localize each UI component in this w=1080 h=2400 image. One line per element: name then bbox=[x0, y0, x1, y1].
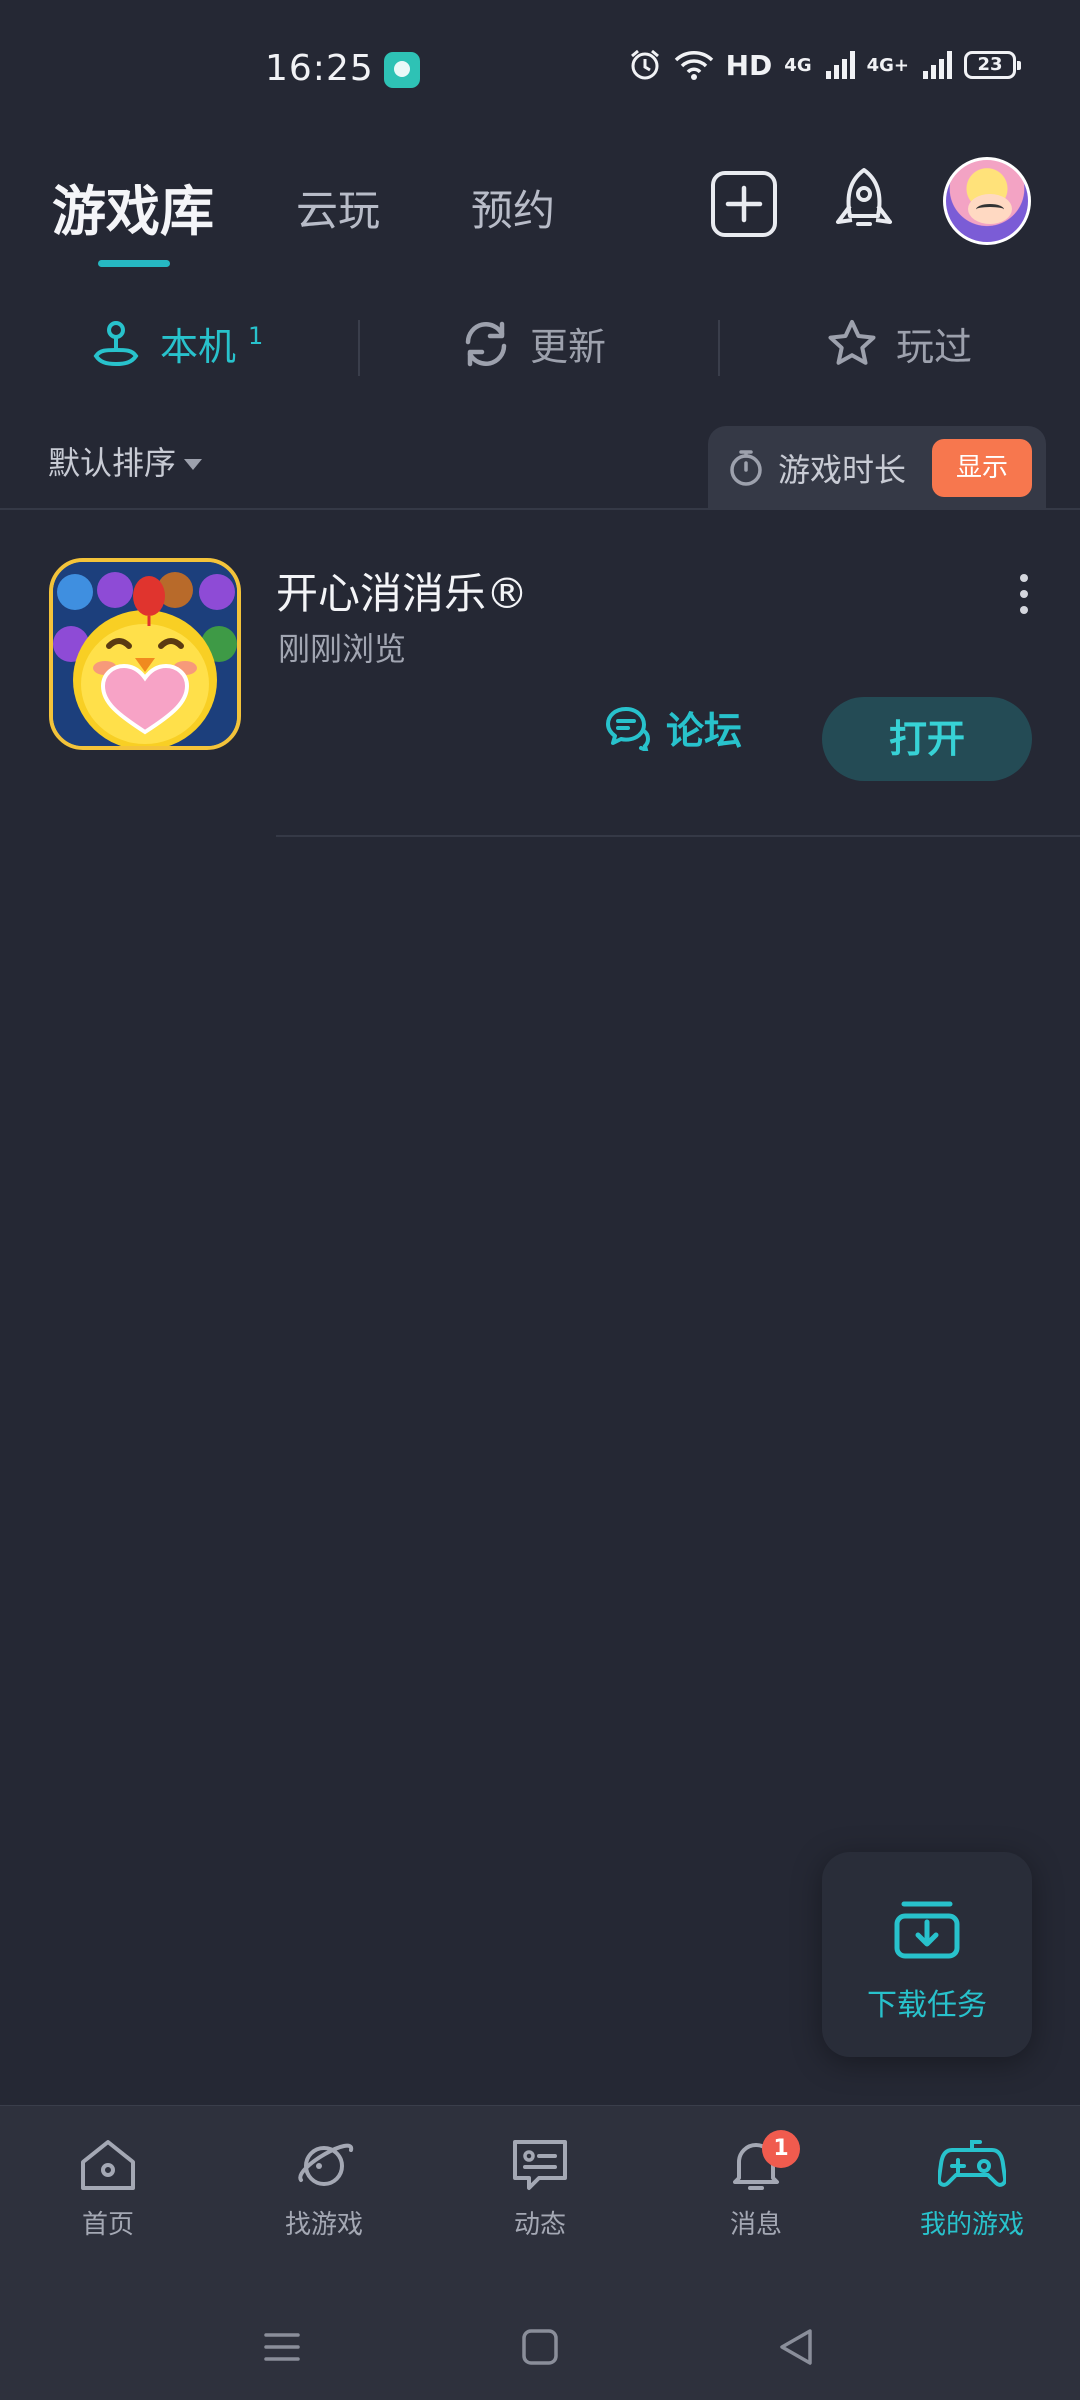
joystick-icon bbox=[93, 320, 139, 366]
dot bbox=[1020, 590, 1028, 598]
caret-down-icon bbox=[184, 458, 203, 470]
top-header: 游戏库 云玩 预约 bbox=[0, 140, 1080, 270]
divider bbox=[276, 835, 1080, 837]
user-avatar[interactable] bbox=[943, 157, 1031, 245]
playtime-label: 游戏时长 bbox=[778, 451, 907, 489]
nav-find-games[interactable]: 找游戏 bbox=[234, 2136, 414, 2241]
download-tray-icon bbox=[894, 1901, 960, 1959]
battery-icon: 23 bbox=[964, 51, 1021, 79]
sort-label: 默认排序 bbox=[48, 444, 177, 482]
tab-cloud-play[interactable]: 云玩 bbox=[296, 177, 380, 238]
nav-my-games-label: 我的游戏 bbox=[919, 2210, 1024, 2240]
show-playtime-button[interactable]: 显示 bbox=[932, 439, 1033, 497]
nav-find-games-label: 找游戏 bbox=[284, 2210, 363, 2240]
refresh-icon bbox=[465, 321, 507, 366]
notification-badge: 1 bbox=[762, 2130, 800, 2168]
filter-update-label: 更新 bbox=[530, 325, 607, 369]
back-icon[interactable] bbox=[774, 2325, 818, 2369]
game-artwork bbox=[53, 562, 237, 746]
network-2-label: 4G+ bbox=[866, 54, 909, 76]
rocket-icon bbox=[836, 168, 892, 226]
home-icon bbox=[81, 2140, 135, 2190]
speed-boost-button[interactable] bbox=[824, 164, 904, 244]
tab-reservation[interactable]: 预约 bbox=[471, 177, 555, 238]
stopwatch-icon bbox=[730, 450, 762, 486]
alarm-icon bbox=[630, 49, 659, 80]
more-options-button[interactable] bbox=[1014, 574, 1034, 614]
filter-local[interactable]: 本机 1 bbox=[90, 316, 263, 371]
sort-dropdown[interactable]: 默认排序 bbox=[48, 438, 203, 484]
filter-divider bbox=[358, 320, 360, 376]
planet-icon bbox=[298, 2143, 354, 2186]
sort-row: 默认排序 游戏时长 显示 bbox=[0, 420, 1080, 510]
divider bbox=[0, 508, 1080, 510]
status-time: 16:25 bbox=[265, 48, 374, 89]
dot bbox=[1020, 606, 1028, 614]
dot bbox=[1020, 574, 1028, 582]
menu-icon[interactable] bbox=[260, 2325, 304, 2369]
nav-messages[interactable]: 1 消息 bbox=[666, 2130, 846, 2241]
nav-home[interactable]: 首页 bbox=[18, 2136, 198, 2241]
download-tasks-label: 下载任务 bbox=[867, 1988, 987, 2023]
app-notification-icon bbox=[384, 52, 420, 88]
filter-local-label: 本机 bbox=[160, 325, 237, 369]
system-navigation-bar bbox=[0, 2295, 1080, 2400]
active-tab-indicator bbox=[98, 260, 170, 267]
signal-2-icon bbox=[923, 51, 952, 79]
message-icon bbox=[513, 2140, 567, 2190]
open-game-button[interactable]: 打开 bbox=[822, 697, 1032, 781]
nav-home-label: 首页 bbox=[81, 2210, 134, 2240]
filter-local-count: 1 bbox=[248, 322, 264, 350]
home-square-icon[interactable] bbox=[518, 2325, 562, 2369]
filter-tabs: 本机 1 更新 玩过 bbox=[0, 290, 1080, 400]
forum-button[interactable]: 论坛 bbox=[604, 700, 742, 755]
nav-messages-label: 消息 bbox=[729, 2210, 782, 2240]
plus-square-icon bbox=[711, 171, 777, 237]
status-icons: HD 4G 4G+ 23 bbox=[628, 48, 1021, 82]
game-list-item[interactable]: 开心消消乐® 刚刚浏览 论坛 打开 bbox=[0, 540, 1080, 840]
nav-feed-label: 动态 bbox=[513, 2210, 566, 2240]
forum-icon bbox=[606, 706, 651, 751]
nav-feed[interactable]: 动态 bbox=[450, 2136, 630, 2241]
filter-update[interactable]: 更新 bbox=[460, 316, 606, 371]
playtime-toggle: 游戏时长 显示 bbox=[708, 426, 1046, 510]
forum-label: 论坛 bbox=[666, 709, 743, 753]
network-1-label: 4G bbox=[784, 54, 812, 76]
add-game-button[interactable] bbox=[704, 164, 784, 244]
filter-played[interactable]: 玩过 bbox=[826, 316, 972, 371]
hd-indicator: HD bbox=[725, 48, 773, 82]
game-subtitle: 刚刚浏览 bbox=[278, 630, 407, 668]
wifi-icon bbox=[674, 51, 713, 80]
nav-my-games[interactable]: 我的游戏 bbox=[882, 2136, 1062, 2241]
status-bar: 16:25 HD 4G 4G+ 23 bbox=[0, 0, 1080, 140]
screen: 16:25 HD 4G 4G+ 23 游戏库 云玩 预约 本机 1 更新 玩过 … bbox=[0, 0, 1080, 2400]
bottom-navigation: 首页 找游戏 动态 1 消息 我的游戏 bbox=[0, 2105, 1080, 2295]
gamepad-icon bbox=[938, 2140, 1006, 2187]
game-icon[interactable] bbox=[49, 558, 241, 750]
filter-played-label: 玩过 bbox=[896, 325, 973, 369]
tab-game-library[interactable]: 游戏库 bbox=[52, 167, 214, 246]
filter-divider bbox=[718, 320, 720, 376]
signal-1-icon bbox=[825, 51, 855, 79]
download-tasks-button[interactable]: 下载任务 bbox=[822, 1852, 1032, 2057]
star-icon bbox=[828, 319, 876, 365]
game-title: 开心消消乐® bbox=[276, 569, 529, 618]
